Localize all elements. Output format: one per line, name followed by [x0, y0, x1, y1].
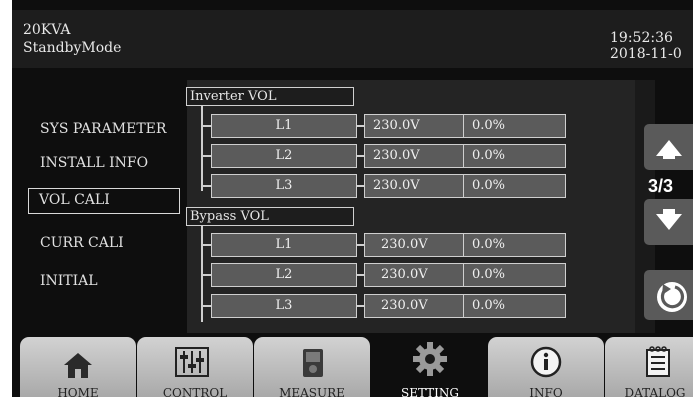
clock-date: 2018-11-0 [610, 46, 682, 62]
tab-info[interactable]: INFO [488, 337, 604, 397]
inverter-l2-label: L2 [211, 144, 357, 168]
bypass-l3-voltage[interactable]: 230.0V [364, 294, 464, 318]
gear-icon [413, 342, 447, 376]
home-icon [64, 353, 92, 378]
tab-datalog[interactable]: DATALOG [605, 337, 693, 397]
tree-branch [201, 305, 211, 307]
tree-branch [201, 244, 211, 246]
bypass-l3-percent[interactable]: 0.0% [463, 294, 566, 318]
return-icon [657, 282, 687, 312]
menu-item-initial[interactable]: INITIAL [28, 268, 180, 294]
arrow-up-icon [656, 140, 682, 159]
tab-home-label: HOME [57, 386, 99, 397]
inverter-vol-label: Inverter VOL [186, 87, 354, 106]
inverter-l1-percent[interactable]: 0.0% [463, 114, 566, 138]
datalog-icon [646, 346, 670, 377]
arrow-down-icon [656, 209, 682, 230]
operating-mode: StandbyMode [23, 40, 122, 56]
tab-setting[interactable]: SETTING [372, 337, 488, 397]
inverter-l2-voltage[interactable]: 230.0V [364, 144, 464, 168]
measure-icon [303, 349, 323, 377]
screen: 20KVA StandbyMode 19:52:36 2018-11-0 SYS… [12, 0, 693, 397]
tab-datalog-label: DATALOG [624, 386, 686, 397]
page-down-button[interactable] [644, 199, 693, 245]
bypass-l1-percent[interactable]: 0.0% [463, 233, 566, 257]
bypass-l2-voltage[interactable]: 230.0V [364, 263, 464, 287]
back-button[interactable] [644, 270, 693, 320]
inverter-l1-label: L1 [211, 114, 357, 138]
tree-branch [201, 125, 211, 127]
tab-measure[interactable]: MEASURE [254, 337, 370, 397]
inverter-l1-voltage[interactable]: 230.0V [364, 114, 464, 138]
tree-branch [201, 274, 211, 276]
status-header: 20KVA StandbyMode 19:52:36 2018-11-0 [12, 10, 693, 68]
tab-control-label: CONTROL [162, 386, 228, 397]
control-icon [175, 347, 209, 377]
inverter-l3-label: L3 [211, 174, 357, 198]
menu-item-sys-parameter[interactable]: SYS PARAMETER [28, 116, 180, 142]
bypass-l1-voltage[interactable]: 230.0V [364, 233, 464, 257]
inverter-l3-voltage[interactable]: 230.0V [364, 174, 464, 198]
inverter-tree-line [201, 106, 203, 191]
bypass-vol-label: Bypass VOL [186, 207, 354, 226]
inverter-l3-percent[interactable]: 0.0% [463, 174, 566, 198]
tree-branch [201, 155, 211, 157]
tab-measure-label: MEASURE [279, 386, 345, 397]
inverter-l2-percent[interactable]: 0.0% [463, 144, 566, 168]
clock-time: 19:52:36 [610, 30, 673, 46]
page-up-button[interactable] [644, 124, 693, 170]
bypass-l3-label: L3 [211, 294, 357, 318]
tab-setting-label: SETTING [400, 386, 460, 397]
bypass-l2-percent[interactable]: 0.0% [463, 263, 566, 287]
bypass-l2-label: L2 [211, 263, 357, 287]
tree-branch [201, 185, 211, 187]
tab-info-label: INFO [529, 386, 563, 397]
tab-home[interactable]: HOME [20, 337, 136, 397]
info-icon [530, 346, 562, 378]
device-model: 20KVA [23, 22, 71, 38]
menu-item-vol-cali[interactable]: VOL CALI [28, 188, 180, 214]
tab-control[interactable]: CONTROL [137, 337, 253, 397]
menu-item-curr-cali[interactable]: CURR CALI [28, 230, 180, 256]
bypass-l1-label: L1 [211, 233, 357, 257]
page-indicator: 3/3 [648, 176, 674, 196]
menu-item-install-info[interactable]: INSTALL INFO [28, 150, 180, 176]
